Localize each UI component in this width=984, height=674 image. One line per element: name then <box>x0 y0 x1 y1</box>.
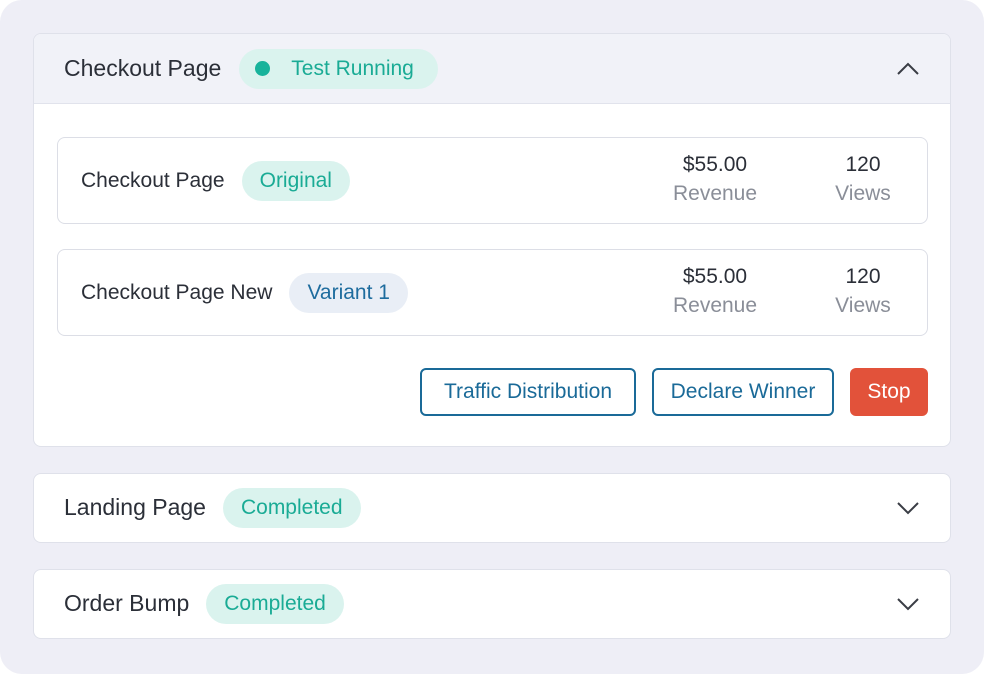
declare-winner-button[interactable]: Declare Winner <box>652 368 834 416</box>
revenue-value: $55.00 <box>682 265 748 288</box>
views-label: Views <box>835 294 891 317</box>
status-badge: Completed <box>222 487 361 528</box>
status-badge-label: Test Running <box>291 56 414 80</box>
revenue-stat: $55.00 Revenue <box>655 264 775 322</box>
test-title: Order Bump <box>64 590 190 616</box>
views-label: Views <box>835 182 891 205</box>
status-badge: Test Running <box>239 48 438 89</box>
chevron-down-icon[interactable] <box>896 501 920 515</box>
status-badge: Completed <box>206 583 344 624</box>
test-panel-landing: Landing Page Completed <box>33 473 951 543</box>
test-title: Checkout Page <box>64 55 222 81</box>
variant-tag-variant-1: Variant 1 <box>289 272 408 313</box>
chevron-down-icon[interactable] <box>896 597 920 611</box>
variant-row-variant-1: Checkout Page New Variant 1 $55.00 Reven… <box>57 249 928 336</box>
variant-name: Checkout Page New <box>81 280 273 304</box>
test-panel-header[interactable]: Checkout Page Test Running <box>34 34 950 104</box>
chevron-up-icon[interactable] <box>896 62 920 76</box>
variant-tag-original: Original <box>241 160 350 201</box>
views-value: 120 <box>845 265 881 288</box>
revenue-stat: $55.00 Revenue <box>655 152 775 210</box>
variant-row-original: Checkout Page Original $55.00 Revenue 12… <box>57 137 928 224</box>
test-panel-order-bump: Order Bump Completed <box>33 569 951 639</box>
traffic-distribution-button[interactable]: Traffic Distribution <box>420 368 636 416</box>
revenue-label: Revenue <box>672 294 758 317</box>
stop-button[interactable]: Stop <box>850 368 928 416</box>
status-dot-icon <box>255 61 271 76</box>
views-value: 120 <box>845 153 881 176</box>
test-panel-header[interactable]: Landing Page Completed <box>34 474 950 541</box>
ab-tests-container: Checkout Page Test Running Checkout Page… <box>0 0 984 674</box>
views-stat: 120 Views <box>803 264 923 322</box>
views-stat: 120 Views <box>803 152 923 210</box>
test-panel-checkout: Checkout Page Test Running Checkout Page… <box>33 33 951 447</box>
test-title: Landing Page <box>64 494 206 520</box>
revenue-label: Revenue <box>672 182 758 205</box>
revenue-value: $55.00 <box>682 153 748 176</box>
test-panel-header[interactable]: Order Bump Completed <box>34 570 950 637</box>
variant-name: Checkout Page <box>81 168 225 192</box>
